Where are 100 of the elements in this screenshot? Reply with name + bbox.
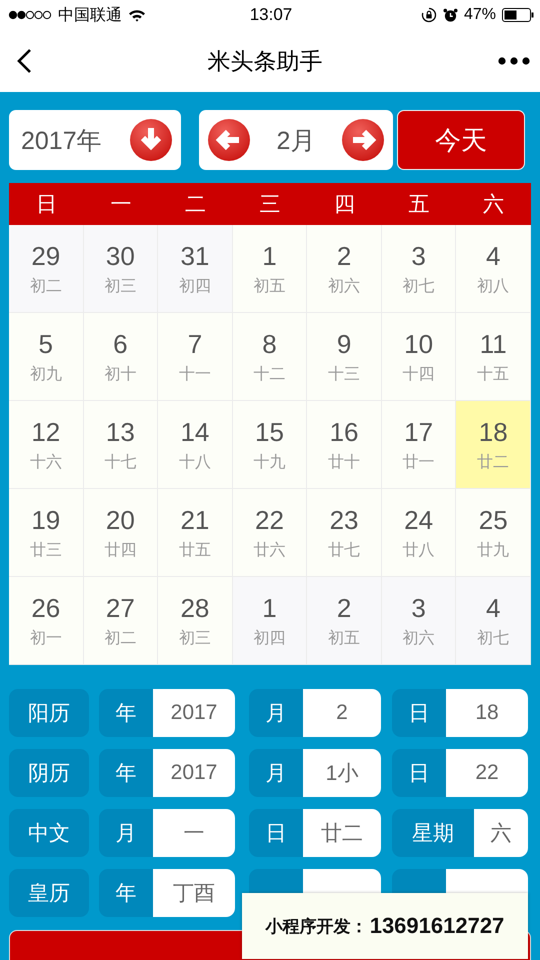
- field-label: 年: [114, 701, 138, 727]
- day-number: 12: [31, 416, 60, 448]
- day-number: 15: [255, 416, 284, 448]
- field-value: 一: [153, 809, 235, 857]
- day-number: 1: [262, 240, 277, 272]
- field-value: 2: [303, 689, 381, 737]
- day-number: 17: [404, 416, 434, 448]
- lunar-date: 廿六: [253, 540, 286, 560]
- weekday-label: 日: [34, 192, 58, 218]
- lunar-date: 十五: [477, 364, 510, 384]
- day-number: 26: [31, 592, 60, 624]
- lunar-date: 初七: [477, 628, 510, 648]
- lunar-date: 十二: [253, 364, 286, 384]
- lunar-date: 初六: [328, 276, 360, 296]
- lunar-date: 廿五: [178, 540, 211, 560]
- day-number: 18: [478, 416, 508, 448]
- weekday-label: 三: [258, 192, 282, 218]
- lunar-date: 初二: [104, 628, 136, 648]
- lunar-date: 十三: [328, 364, 360, 384]
- lunar-date: 初三: [104, 276, 136, 296]
- year-label: 2017年: [21, 126, 102, 156]
- day-number: 10: [404, 328, 434, 360]
- row-label: 中文: [9, 809, 89, 857]
- day-number: 14: [180, 416, 210, 448]
- lunar-date: 初五: [328, 628, 360, 648]
- lunar-date: 初三: [178, 628, 211, 648]
- weekday-label: 四: [333, 192, 356, 218]
- lunar-date: 初七: [402, 276, 435, 296]
- month-label: 2月: [276, 126, 316, 156]
- day-number: 22: [255, 504, 284, 536]
- day-number: 11: [480, 328, 507, 360]
- day-number: 7: [188, 328, 202, 360]
- day-number: 4: [486, 240, 500, 272]
- lunar-date: 十九: [253, 452, 286, 472]
- lunar-date: 初四: [178, 276, 211, 296]
- field-label: 日: [264, 821, 288, 847]
- lunar-date: 廿二: [477, 452, 510, 472]
- field-value: 丁酉: [153, 869, 235, 917]
- field-label: 日: [408, 701, 430, 727]
- day-number: 29: [31, 240, 60, 272]
- field-label: 月: [114, 821, 138, 847]
- row-label: 阳历: [9, 689, 89, 737]
- day-number: 9: [336, 328, 352, 360]
- lunar-date: 初二: [30, 276, 62, 296]
- field-label: 月: [264, 761, 288, 787]
- field-label: 月: [264, 701, 288, 727]
- row-label: 阴历: [9, 749, 89, 797]
- lunar-date: 十六: [30, 452, 62, 472]
- lunar-date: 十一: [178, 364, 211, 384]
- field-label: 星期: [411, 821, 455, 847]
- field-value: 2017: [153, 749, 235, 797]
- day-number: 13: [106, 416, 135, 448]
- day-number: 31: [180, 240, 210, 272]
- day-number: 28: [180, 592, 210, 624]
- day-number: 27: [106, 592, 135, 624]
- day-number: 6: [113, 328, 128, 360]
- phone-number: 13691612727: [370, 913, 504, 939]
- day-number: 20: [106, 504, 135, 536]
- day-number: 25: [478, 504, 508, 536]
- day-number: 4: [486, 592, 500, 624]
- lunar-date: 廿三: [30, 540, 62, 560]
- note-label: 小程序开发：: [266, 916, 368, 938]
- lunar-date: 初四: [253, 628, 286, 648]
- field-label: 日: [408, 761, 430, 787]
- status-time: 13:07: [250, 5, 292, 25]
- field-label: 年: [114, 881, 138, 907]
- day-number: 30: [106, 240, 135, 272]
- day-number: 5: [38, 328, 54, 360]
- day-number: 1: [262, 592, 277, 624]
- lunar-date: 初一: [30, 628, 62, 648]
- day-number: 2: [336, 240, 352, 272]
- lunar-date: 初五: [253, 276, 286, 296]
- lunar-date: 廿九: [477, 540, 510, 560]
- day-number: 3: [411, 592, 426, 624]
- field-value: 1小: [303, 749, 381, 797]
- row-label: 皇历: [9, 869, 89, 917]
- field-value: 廿二: [303, 809, 381, 857]
- day-number: 24: [404, 504, 434, 536]
- field-value: 六: [474, 809, 528, 857]
- carrier-name: 中国联通: [58, 6, 122, 26]
- day-number: 23: [330, 504, 359, 536]
- day-number: 16: [330, 416, 359, 448]
- field-label: 年: [114, 761, 138, 787]
- lunar-date: 十七: [104, 452, 136, 472]
- day-number: 8: [262, 328, 277, 360]
- lunar-date: 初九: [30, 364, 62, 384]
- lunar-date: 廿八: [402, 540, 435, 560]
- battery-percent: 47%: [464, 6, 496, 24]
- day-number: 21: [180, 504, 210, 536]
- weekday-label: 六: [482, 192, 506, 218]
- day-number: 3: [411, 240, 426, 272]
- lunar-date: 廿一: [402, 452, 435, 472]
- field-value: 18: [446, 689, 528, 737]
- lunar-date: 初八: [477, 276, 510, 296]
- lunar-date: 初六: [402, 628, 435, 648]
- weekday-label: 二: [184, 192, 207, 218]
- field-value: 2017: [153, 689, 235, 737]
- lunar-date: 廿十: [328, 452, 360, 472]
- field-value: 22: [446, 749, 528, 797]
- day-number: 19: [31, 504, 60, 536]
